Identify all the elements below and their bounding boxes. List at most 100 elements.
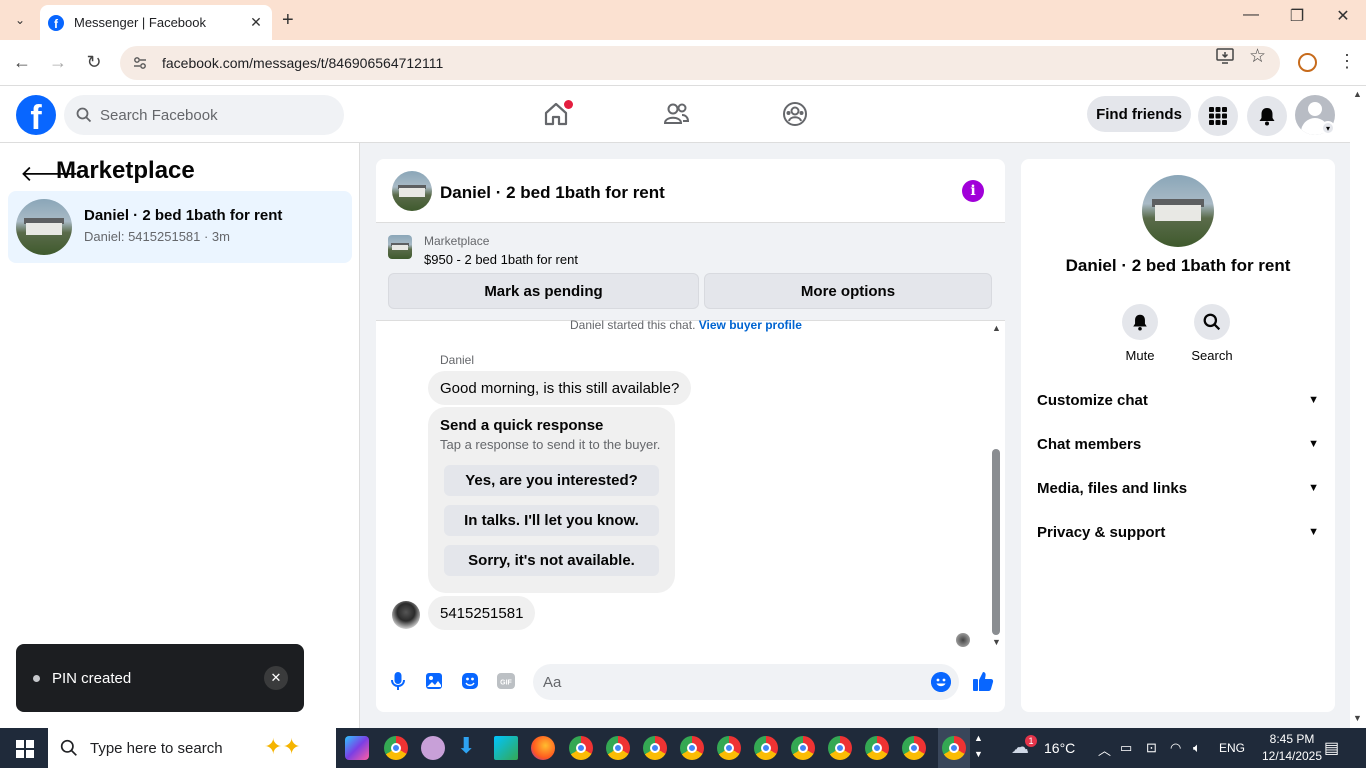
scroll-thumb[interactable] [992,449,1000,635]
mark-as-pending-button[interactable]: Mark as pending [388,273,699,309]
chrome-app-icon[interactable] [569,736,593,760]
notification-center-icon[interactable]: ▤ [1324,738,1339,758]
groups-icon[interactable] [781,100,809,128]
view-buyer-profile-link[interactable]: View buyer profile [699,318,802,332]
media-files-links-section[interactable]: Media, files and links ▼ [1037,470,1319,506]
download-icon[interactable]: ⬇ [457,733,481,758]
facebook-search-input[interactable]: Search Facebook [64,95,344,135]
scroll-up-icon[interactable]: ▲ [1353,89,1362,99]
listing-title[interactable]: $950 - 2 bed 1bath for rent [424,252,578,267]
scroll-down-icon[interactable]: ▼ [992,637,1001,647]
chat-panel: Daniel · 2 bed 1bath for rent i Marketpl… [376,159,1005,712]
volume-icon[interactable]: 🔈︎ [1193,740,1201,756]
search-placeholder: Search Facebook [100,106,218,124]
tab-search-chevron-icon[interactable]: ⌄ [8,8,32,32]
chrome-app-icon[interactable] [828,736,852,760]
bookmark-star-icon[interactable]: ☆ [1249,45,1266,68]
chrome-app-icon[interactable] [791,736,815,760]
site-settings-icon[interactable] [132,55,148,71]
weather-temperature[interactable]: 16°C [1044,740,1075,756]
firefox-icon[interactable] [531,736,555,760]
forward-arrow-icon[interactable]: → [46,52,70,73]
app-icon[interactable] [494,736,518,760]
windows-start-icon[interactable] [16,740,34,758]
battery-icon[interactable]: ▭ [1120,740,1132,756]
search-highlight-icon: ✦✦ [264,734,301,759]
emoji-icon[interactable] [931,672,951,692]
conversation-item[interactable]: Daniel · 2 bed 1bath for rent Daniel: 54… [8,191,352,263]
window-close-icon[interactable]: ✕ [1320,6,1366,26]
install-app-icon[interactable] [1216,47,1234,70]
chevron-down-icon: ▼ [1308,482,1319,494]
browser-tab-messenger[interactable]: f Messenger | Facebook ✕ [40,5,272,40]
input-language[interactable]: ENG [1219,741,1245,755]
clock-time[interactable]: 8:45 PM [1262,732,1322,746]
image-icon[interactable] [424,671,444,691]
chrome-app-icon[interactable] [717,736,741,760]
chrome-app-icon-active[interactable] [942,736,966,760]
sticker-icon[interactable] [460,671,480,691]
read-receipt-avatar [956,633,970,647]
facebook-favicon-icon: f [48,14,64,31]
copilot-icon[interactable] [345,736,369,760]
quick-response-yes-button[interactable]: Yes, are you interested? [444,465,659,496]
browser-menu-icon[interactable]: ⋮ [1338,51,1356,72]
meet-icon[interactable]: ⊡ [1146,740,1157,756]
chat-scrollbar[interactable]: ▲ ▼ [990,323,1002,651]
chevron-down-icon: ▼ [1308,438,1319,450]
more-options-button[interactable]: More options [704,273,992,309]
sender-name: Daniel [440,353,475,367]
listing-small-thumbnail[interactable] [388,235,412,259]
taskbar-search-input[interactable]: Type here to search ✦✦ [48,728,336,768]
app-icon[interactable] [421,736,445,760]
panel-title: Marketplace [56,157,195,184]
minimize-icon[interactable]: — [1228,6,1274,24]
scroll-up-icon[interactable]: ▲ [992,323,1001,333]
quick-response-not-available-button[interactable]: Sorry, it's not available. [444,545,659,576]
chrome-app-icon[interactable] [606,736,630,760]
taskbar-scroll-icon[interactable]: ▲ ▼ [974,730,983,762]
thumbs-up-icon[interactable] [972,670,994,692]
friends-icon[interactable] [662,100,690,128]
address-bar[interactable]: facebook.com/messages/t/846906564712111 [120,46,1280,80]
chrome-app-icon[interactable] [902,736,926,760]
scroll-down-icon[interactable]: ▼ [1353,713,1362,723]
chat-header: Daniel · 2 bed 1bath for rent i [376,159,1005,223]
gif-icon[interactable]: GIF [496,671,516,691]
show-hidden-icons-chevron-icon[interactable]: ︿ [1098,740,1111,759]
toast-close-icon[interactable]: ✕ [264,666,288,690]
profile-picture[interactable] [1142,175,1214,247]
new-tab-plus-icon[interactable]: + [282,9,294,32]
sender-avatar[interactable] [392,601,420,629]
home-notification-dot [564,100,573,109]
restore-icon[interactable]: ❐ [1274,6,1320,26]
chrome-app-icon[interactable] [754,736,778,760]
chat-members-section[interactable]: Chat members ▼ [1037,426,1319,462]
reload-icon[interactable]: ↻ [82,52,106,73]
wifi-icon[interactable]: ◠ [1170,740,1181,756]
privacy-support-section[interactable]: Privacy & support ▼ [1037,514,1319,550]
tab-close-icon[interactable]: ✕ [248,14,264,31]
facebook-logo-icon[interactable]: f [16,95,56,135]
chat-title[interactable]: Daniel · 2 bed 1bath for rent [440,183,665,203]
chrome-app-icon[interactable] [643,736,667,760]
mute-button[interactable]: Mute [1110,304,1170,363]
chat-avatar[interactable] [392,171,432,211]
microphone-icon[interactable] [388,671,408,691]
clock-date[interactable]: 12/14/2025 [1256,749,1328,763]
customize-chat-section[interactable]: Customize chat ▼ [1037,382,1319,418]
chrome-app-icon[interactable] [384,736,408,760]
find-friends-button[interactable]: Find friends [1087,96,1191,132]
conversation-info-icon[interactable]: i [962,180,984,202]
chrome-app-icon[interactable] [865,736,889,760]
chrome-app-icon[interactable] [680,736,704,760]
browser-profile-icon[interactable] [1298,53,1317,72]
notifications-button[interactable] [1247,96,1287,136]
search-in-conversation-button[interactable]: Search [1182,304,1242,363]
page-scrollbar[interactable]: ▲ ▼ [1350,86,1366,728]
quick-response-in-talks-button[interactable]: In talks. I'll let you know. [444,505,659,536]
account-chevron-down-icon[interactable]: ▾ [1321,121,1335,135]
back-arrow-icon[interactable]: ← [10,52,34,73]
message-input[interactable]: Aa [533,664,959,700]
menu-grid-button[interactable] [1198,96,1238,136]
